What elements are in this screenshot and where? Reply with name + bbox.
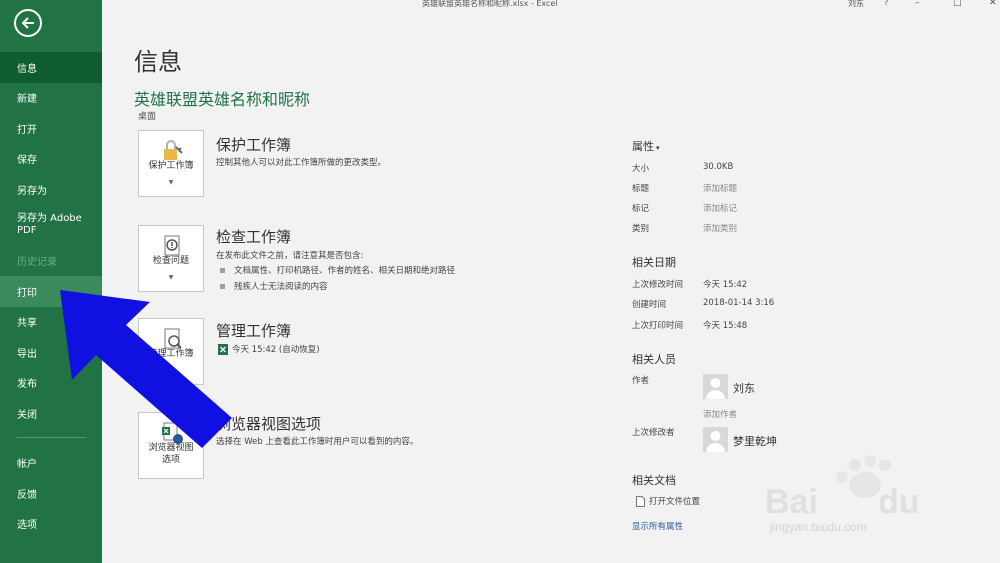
protect-workbook-label: 保护工作簿: [148, 161, 194, 171]
svg-text:Bai: Bai: [765, 483, 818, 521]
browser-view-options-button[interactable]: 浏览器视图选项: [138, 412, 204, 479]
check-for-issues-label: 检查问题: [152, 256, 189, 266]
nav-publish[interactable]: 发布: [0, 368, 102, 399]
nav-account[interactable]: 帐户: [0, 448, 102, 479]
nav-options[interactable]: 选项: [0, 509, 102, 540]
inspect-bullet: 残疾人士无法阅读的内容: [220, 280, 328, 292]
nav-open[interactable]: 打开: [0, 113, 102, 144]
person-icon: [706, 378, 725, 399]
backstage-sidebar: 信息 新建 打开 保存 另存为 另存为 Adobe PDF 历史记录 打印 共享…: [0, 0, 102, 563]
manage-section-title: 管理工作簿: [216, 322, 292, 340]
browser-section-title: 浏览器视图选项: [216, 415, 322, 433]
inspect-bullet: 文档属性、打印机路径、作者的姓名、相关日期和绝对路径: [220, 264, 455, 276]
nav-new[interactable]: 新建: [0, 83, 102, 114]
person-icon: [706, 431, 725, 452]
browser-view-options-label: 浏览器视图选项: [148, 443, 194, 465]
nav-save[interactable]: 保存: [0, 144, 102, 175]
open-file-location-label: 打开文件位置: [649, 497, 701, 507]
protect-section-desc: 控制其他人可以对此工作簿所做的更改类型。: [216, 158, 387, 168]
prop-label: 标记: [632, 204, 650, 214]
chevron-down-icon: ▾: [656, 144, 660, 152]
date-label: 上次修改时间: [632, 280, 684, 290]
last-modified-by-label: 上次修改者: [632, 428, 675, 438]
nav-save-as-pdf-label: 另存为 Adobe PDF: [17, 212, 82, 236]
inspect-section-title: 检查工作簿: [216, 228, 292, 246]
back-button[interactable]: [14, 9, 42, 37]
author-label: 作者: [632, 376, 650, 386]
date-label: 上次打印时间: [632, 321, 684, 331]
date-value: 2018-01-14 3:16: [703, 298, 775, 308]
document-icon: [636, 496, 645, 507]
author-name[interactable]: 刘东: [733, 380, 755, 396]
date-value: 今天 15:48: [703, 321, 748, 331]
browser-section-desc: 选择在 Web 上查看此工作簿时用户可以看到的内容。: [216, 437, 419, 447]
add-tag-field[interactable]: 添加标记: [703, 202, 737, 214]
related-dates-heading: 相关日期: [632, 256, 676, 269]
avatar: [703, 427, 728, 452]
nav-save-as[interactable]: 另存为: [0, 174, 102, 205]
prop-label: 标题: [632, 184, 650, 194]
chevron-down-icon: ▼: [168, 179, 174, 186]
add-author-field[interactable]: 添加作者: [703, 408, 737, 420]
nav-save-as-pdf[interactable]: 另存为 Adobe PDF: [0, 205, 102, 246]
arrow-left-icon: [21, 17, 34, 29]
nav-close[interactable]: 关闭: [0, 398, 102, 429]
nav-history: 历史记录: [17, 257, 57, 269]
excel-file-icon: [218, 344, 228, 355]
protect-section-title: 保护工作簿: [216, 136, 292, 154]
svg-text:du: du: [878, 483, 920, 521]
show-all-properties-link[interactable]: 显示所有属性: [632, 520, 683, 532]
protect-workbook-button[interactable]: 保护工作簿 ▼: [138, 130, 204, 197]
add-title-field[interactable]: 添加标题: [703, 182, 737, 194]
watermark-url: jingyan.baidu.com: [770, 520, 867, 534]
related-documents-heading: 相关文档: [632, 474, 676, 487]
nav-share[interactable]: 共享: [0, 307, 102, 338]
prop-label: 大小: [632, 164, 650, 174]
open-file-location-link[interactable]: 打开文件位置: [636, 495, 700, 507]
nav-info[interactable]: 信息: [0, 52, 102, 83]
add-category-field[interactable]: 添加类别: [703, 222, 737, 234]
chevron-down-icon: ▼: [168, 367, 174, 374]
prop-label: 类别: [632, 224, 650, 234]
nav-print[interactable]: 打印: [0, 276, 102, 307]
inspect-section-desc: 在发布此文件之前，请注意其是否包含:: [216, 251, 364, 261]
prop-size-value: 30.0KB: [703, 162, 734, 172]
nav-export[interactable]: 导出: [0, 337, 102, 368]
date-value: 今天 15:42: [703, 280, 748, 290]
autorecover-label: 今天 15:42 (自动恢复): [232, 345, 320, 355]
check-for-issues-button[interactable]: 检查问题 ▼: [138, 225, 204, 292]
avatar: [703, 374, 728, 399]
properties-dropdown[interactable]: 属性 ▾: [632, 138, 660, 154]
nav-divider: [17, 436, 86, 438]
document-title: 英雄联盟英雄名称和昵称: [134, 90, 311, 109]
related-people-heading: 相关人员: [632, 353, 676, 366]
backstage-nav: 信息 新建 打开 保存 另存为 另存为 Adobe PDF 历史记录 打印 共享…: [0, 52, 102, 539]
modifier-name[interactable]: 梦里乾坤: [733, 433, 777, 449]
date-label: 创建时间: [632, 300, 667, 310]
nav-feedback[interactable]: 反馈: [0, 478, 102, 509]
autorecover-entry[interactable]: 今天 15:42 (自动恢复): [218, 343, 320, 355]
manage-workbook-button[interactable]: 管理工作簿 ▼: [138, 318, 204, 385]
manage-workbook-label: 管理工作簿: [148, 349, 194, 359]
document-location[interactable]: 桌面: [138, 109, 156, 122]
chevron-down-icon: ▼: [168, 274, 174, 281]
page-title: 信息: [134, 48, 182, 76]
